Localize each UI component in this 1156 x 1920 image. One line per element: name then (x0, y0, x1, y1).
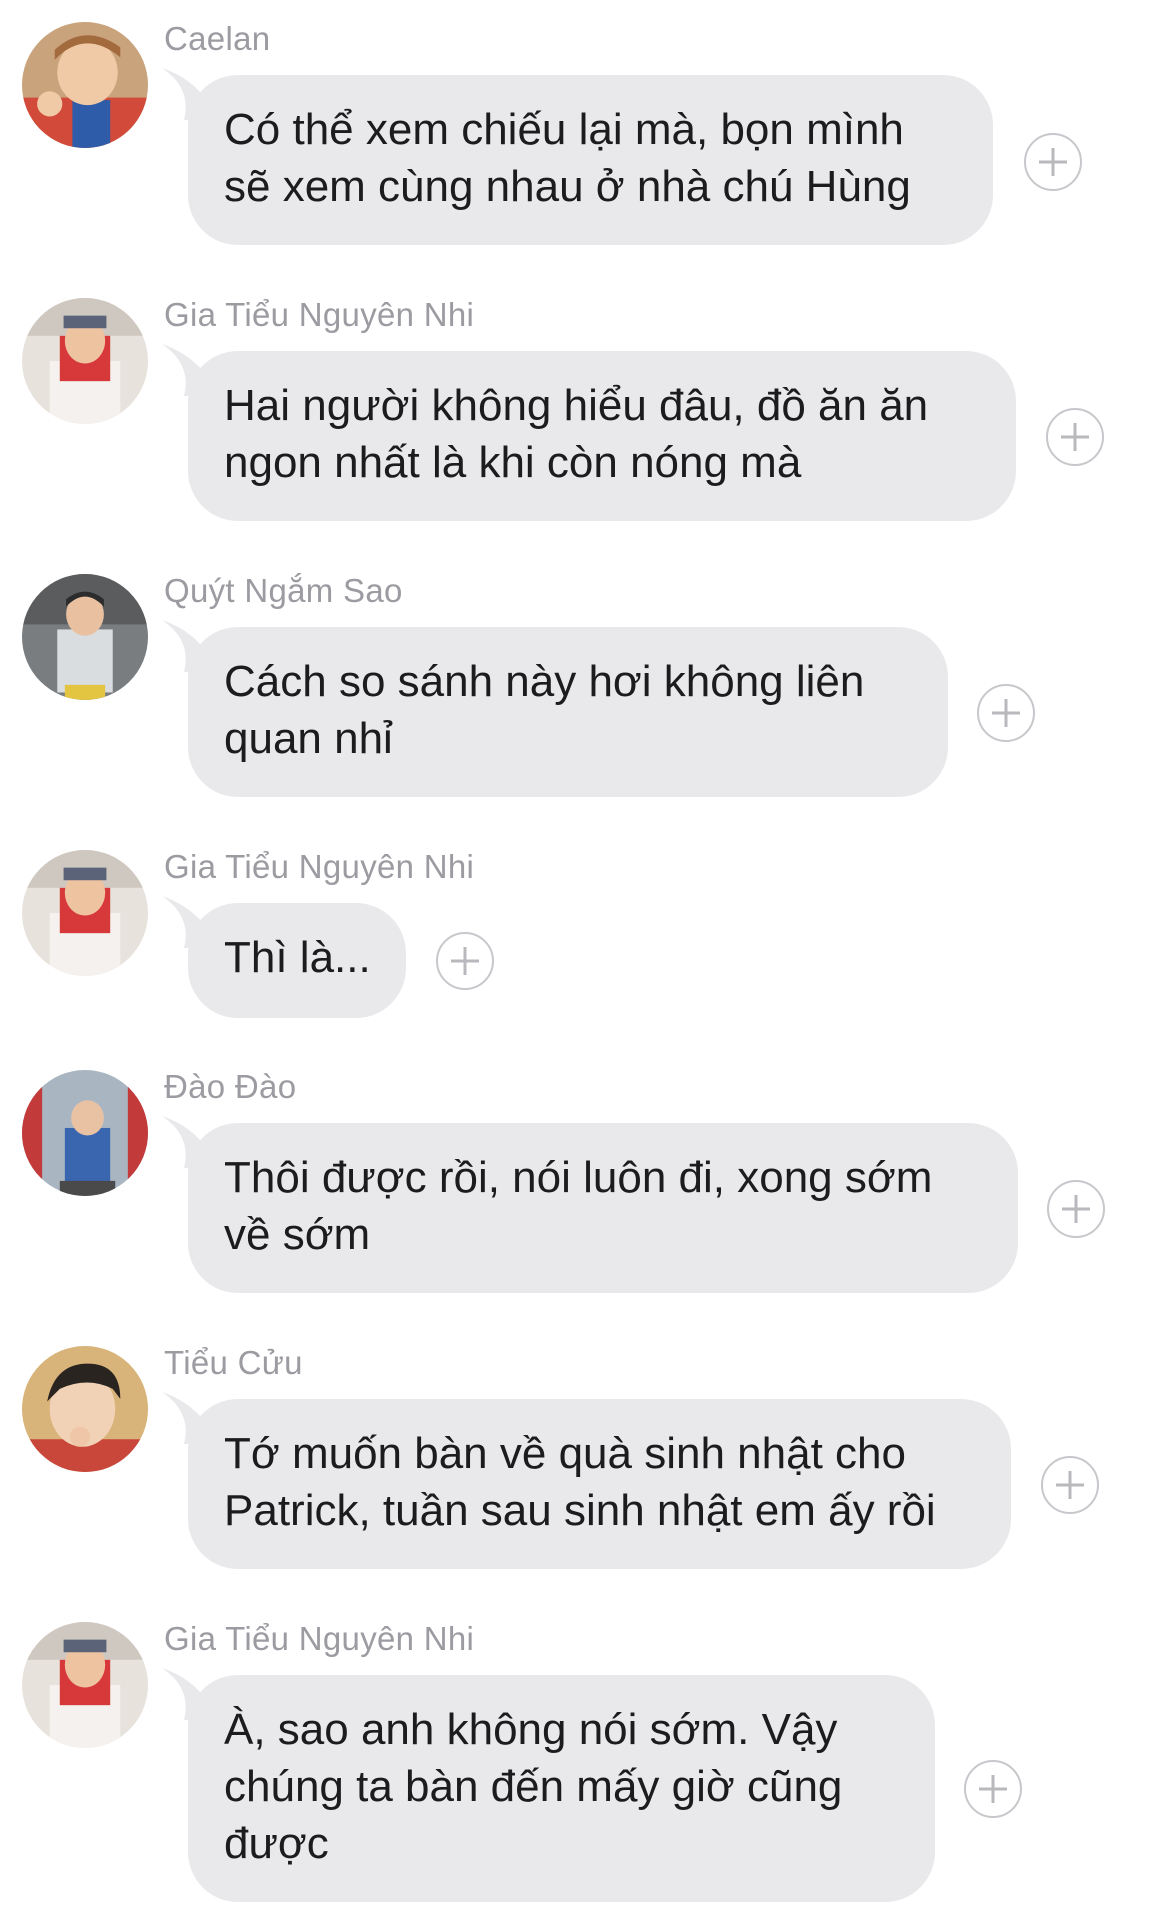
message-bubble[interactable]: Tớ muốn bàn về quà sinh nhật cho Patrick… (188, 1399, 1011, 1569)
avatar[interactable] (22, 1070, 148, 1196)
plus-circle-icon[interactable] (977, 684, 1035, 742)
plus-circle-icon[interactable] (1041, 1456, 1099, 1514)
sender-name: Quýt Ngắm Sao (164, 572, 403, 609)
avatar-image (22, 1346, 148, 1472)
plus-circle-icon[interactable] (1024, 133, 1082, 191)
message-text: À, sao anh không nói sớm. Vậy (224, 1705, 838, 1754)
sender-name: Gia Tiểu Nguyên Nhi (164, 296, 475, 333)
plus-circle-icon[interactable] (1047, 1180, 1105, 1238)
message-bubble[interactable]: Có thể xem chiếu lại mà, bọn mình sẽ xem… (188, 75, 993, 245)
avatar-image (22, 1070, 148, 1196)
avatar-image (22, 1622, 148, 1748)
message-bubble[interactable]: Cách so sánh này hơi không liên quan nhỉ (188, 627, 948, 797)
message-text: Có thể xem chiếu lại mà, bọn mình (224, 105, 904, 154)
message-bubble[interactable]: Thôi được rồi, nói luôn đi, xong sớm về … (188, 1123, 1018, 1293)
plus-circle-icon[interactable] (436, 932, 494, 990)
message-text: sẽ xem cùng nhau ở nhà chú Hùng (224, 162, 911, 211)
message-text: Hai người không hiểu đâu, đồ ăn ăn (224, 381, 929, 430)
sender-name: Tiểu Cửu (164, 1344, 303, 1381)
avatar[interactable] (22, 22, 148, 148)
avatar[interactable] (22, 574, 148, 700)
plus-circle-icon[interactable] (964, 1760, 1022, 1818)
plus-circle-icon[interactable] (1046, 408, 1104, 466)
message-text: Patrick, tuần sau sinh nhật em ấy rồi (224, 1486, 936, 1535)
sender-name: Gia Tiểu Nguyên Nhi (164, 1620, 475, 1657)
sender-name: Đào Đào (164, 1068, 297, 1105)
message-text: về sớm (224, 1210, 371, 1259)
message-text: Thì là... (224, 933, 371, 982)
message-text: ngon nhất là khi còn nóng mà (224, 438, 802, 487)
avatar-image (22, 22, 148, 148)
message-text: Tớ muốn bàn về quà sinh nhật cho (224, 1429, 906, 1478)
avatar-image (22, 850, 148, 976)
message-bubble[interactable]: Hai người không hiểu đâu, đồ ăn ăn ngon … (188, 351, 1016, 521)
sender-name: Gia Tiểu Nguyên Nhi (164, 848, 475, 885)
message-bubble[interactable]: Thì là... (188, 903, 406, 1018)
message-text: chúng ta bàn đến mấy giờ cũng (224, 1762, 843, 1811)
avatar[interactable] (22, 1622, 148, 1748)
avatar[interactable] (22, 850, 148, 976)
sender-name: Caelan (164, 20, 271, 57)
avatar[interactable] (22, 298, 148, 424)
message-bubble[interactable]: À, sao anh không nói sớm. Vậy chúng ta b… (188, 1675, 935, 1902)
avatar-image (22, 298, 148, 424)
avatar-image (22, 574, 148, 700)
message-text: được (224, 1819, 329, 1868)
avatar[interactable] (22, 1346, 148, 1472)
message-text: Thôi được rồi, nói luôn đi, xong sớm (224, 1153, 933, 1202)
message-text: quan nhỉ (224, 714, 393, 763)
message-text: Cách so sánh này hơi không liên (224, 657, 865, 706)
